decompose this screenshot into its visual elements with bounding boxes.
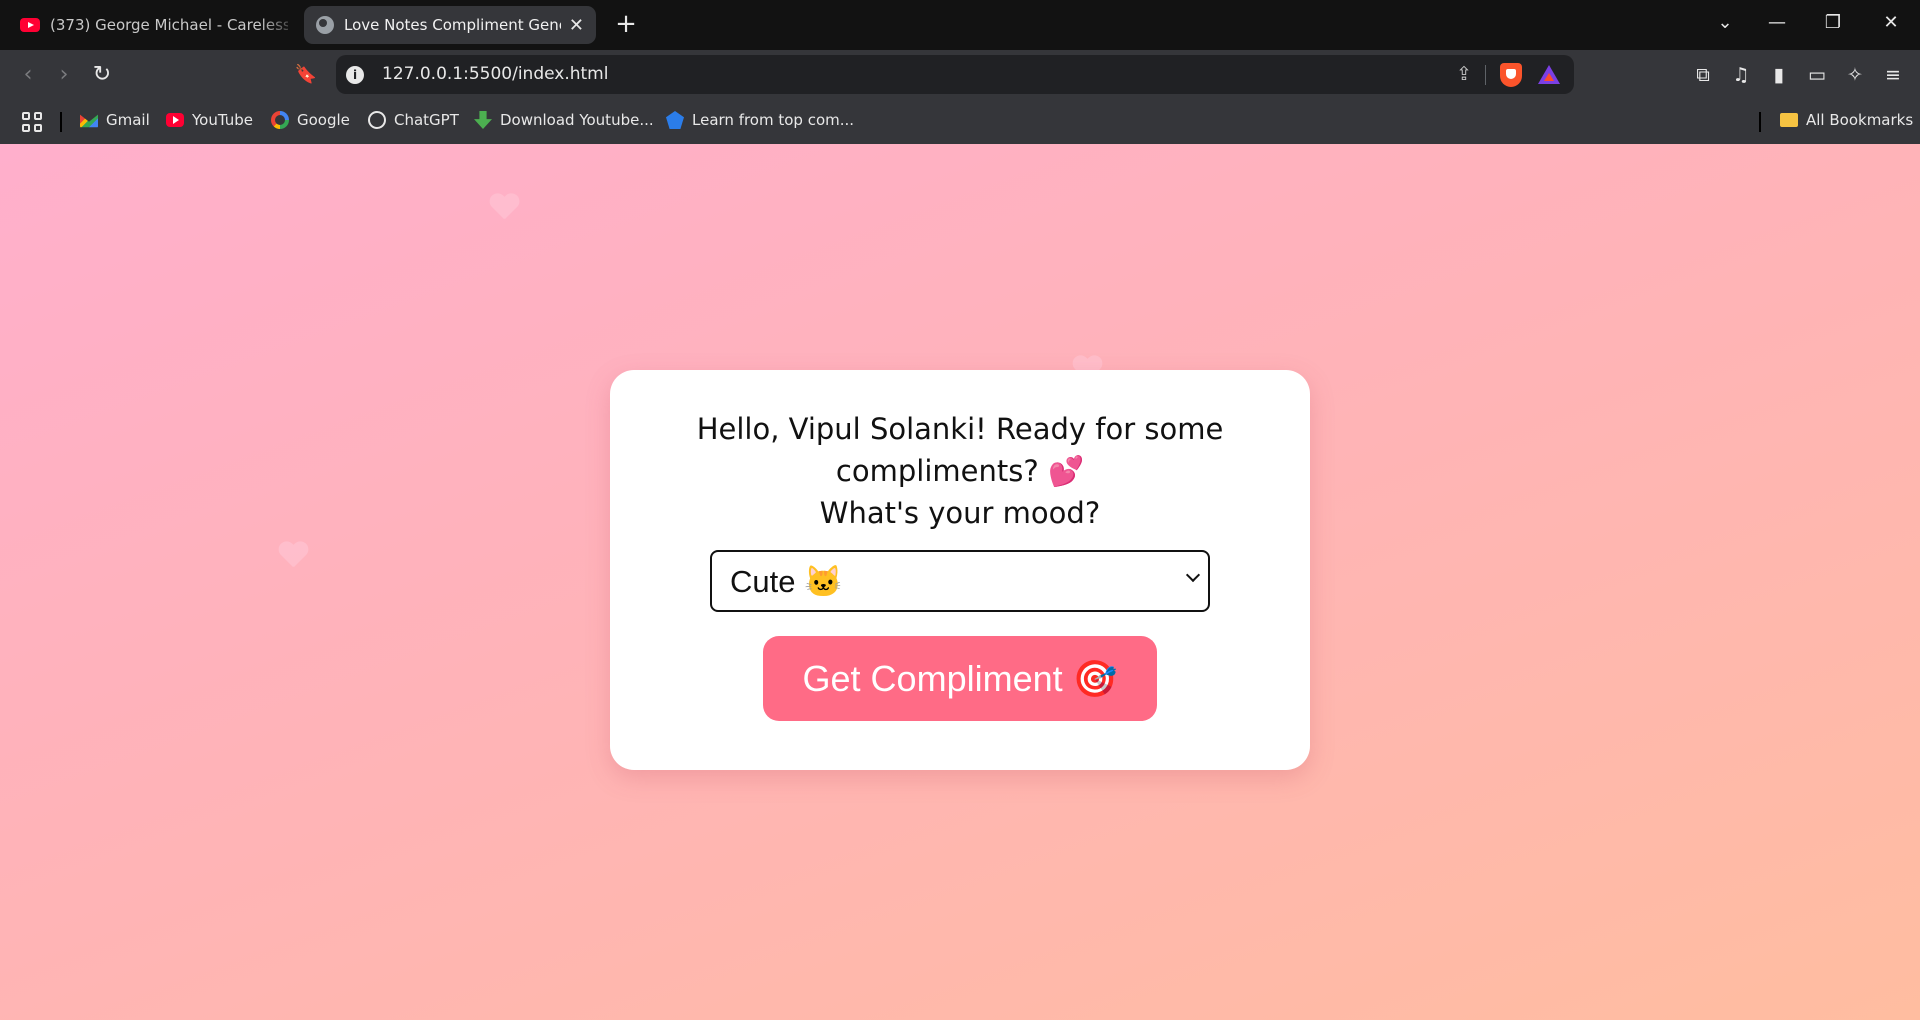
greeting-line: Hello, Vipul Solanki! Ready for some com…	[696, 412, 1224, 488]
chevron-down-icon	[1185, 567, 1201, 583]
tab-close-icon[interactable]: ✕	[569, 15, 584, 36]
brave-shields-icon[interactable]	[1500, 63, 1522, 87]
bookmark-learn[interactable]: Learn from top com...	[666, 111, 854, 129]
tab-love-notes[interactable]: Love Notes Compliment Generator ✕	[304, 6, 596, 44]
bookmark-label: ChatGPT	[394, 111, 459, 129]
close-window-button[interactable]: ✕	[1876, 12, 1906, 33]
minimize-button[interactable]: —	[1762, 12, 1792, 33]
bookmark-chatgpt[interactable]: ChatGPT	[368, 111, 459, 129]
wallet-icon[interactable]: ▭	[1804, 62, 1830, 88]
tab-title: Love Notes Compliment Generator	[344, 16, 561, 34]
menu-icon[interactable]: ≡	[1880, 62, 1906, 88]
bookmark-google[interactable]: Google	[271, 111, 350, 129]
new-tab-button[interactable]: +	[612, 10, 640, 38]
floating-heart-icon	[278, 542, 308, 569]
browser-title-bar: (373) George Michael - Careless Whisper …	[0, 0, 1920, 50]
bookmark-page-button[interactable]: 🔖	[292, 61, 320, 89]
tab-youtube[interactable]: (373) George Michael - Careless Whisper	[8, 6, 300, 44]
sidebar-toggle-icon[interactable]: ▮	[1766, 62, 1792, 88]
extensions-icon[interactable]: ⧉	[1690, 62, 1716, 88]
bookmark-download-youtube[interactable]: Download Youtube...	[474, 111, 654, 129]
brave-rewards-icon[interactable]	[1538, 65, 1560, 84]
mood-selected-value: Cute 🐱	[730, 563, 843, 599]
gmail-icon	[80, 114, 98, 128]
share-icon[interactable]: ⇪	[1456, 63, 1472, 85]
omnibox-divider	[1485, 65, 1486, 85]
youtube-icon	[20, 18, 40, 32]
browser-toolbar: ‹ › ↻ 🔖 i 127.0.0.1:5500/index.html ⇪ ⧉ …	[0, 50, 1920, 100]
tab-title: (373) George Michael - Careless Whisper	[50, 16, 288, 34]
apps-grid-icon[interactable]	[22, 112, 44, 134]
bookmark-label: Learn from top com...	[692, 111, 855, 129]
bookmarks-bar: Gmail YouTube Google ChatGPT Download Yo…	[0, 100, 1920, 144]
chatgpt-icon	[368, 111, 386, 129]
tab-fade	[260, 6, 300, 44]
media-controls-icon[interactable]: ♫	[1728, 62, 1754, 88]
forward-button[interactable]: ›	[50, 61, 78, 89]
mood-select[interactable]: Cute 🐱	[710, 550, 1210, 612]
back-button[interactable]: ‹	[14, 61, 42, 89]
get-compliment-button[interactable]: Get Compliment 🎯	[763, 636, 1157, 721]
learn-icon	[666, 111, 684, 129]
mood-question: What's your mood?	[819, 496, 1101, 530]
bookmarks-divider	[60, 112, 62, 132]
bookmark-label: Download Youtube...	[500, 111, 654, 129]
all-bookmarks-label: All Bookmarks	[1806, 111, 1914, 129]
reload-button[interactable]: ↻	[88, 61, 116, 89]
bookmark-youtube[interactable]: YouTube	[166, 111, 253, 129]
address-url[interactable]: 127.0.0.1:5500/index.html	[382, 64, 608, 84]
page-background: Hello, Vipul Solanki! Ready for some com…	[0, 144, 1920, 1020]
youtube-icon	[166, 113, 184, 127]
restore-button[interactable]: ❐	[1818, 12, 1848, 33]
site-info-icon[interactable]: i	[346, 66, 364, 84]
tab-search-chevron-icon[interactable]: ⌄	[1710, 12, 1740, 33]
globe-icon	[316, 16, 334, 34]
greeting-text: Hello, Vipul Solanki! Ready for some com…	[690, 408, 1230, 534]
bookmark-gmail[interactable]: Gmail	[80, 111, 150, 129]
all-bookmarks-button[interactable]: All Bookmarks	[1780, 111, 1913, 129]
bookmark-label: YouTube	[192, 111, 253, 129]
floating-heart-icon	[489, 194, 519, 221]
bookmark-label: Google	[297, 111, 350, 129]
google-icon	[271, 111, 289, 129]
compliment-card: Hello, Vipul Solanki! Ready for some com…	[610, 370, 1310, 770]
bookmark-label: Gmail	[106, 111, 150, 129]
address-bar[interactable]: i 127.0.0.1:5500/index.html ⇪	[336, 55, 1574, 94]
download-icon	[474, 111, 492, 129]
bookmarks-divider	[1759, 112, 1761, 132]
folder-icon	[1780, 113, 1798, 127]
leo-ai-icon[interactable]: ✧	[1842, 62, 1868, 88]
